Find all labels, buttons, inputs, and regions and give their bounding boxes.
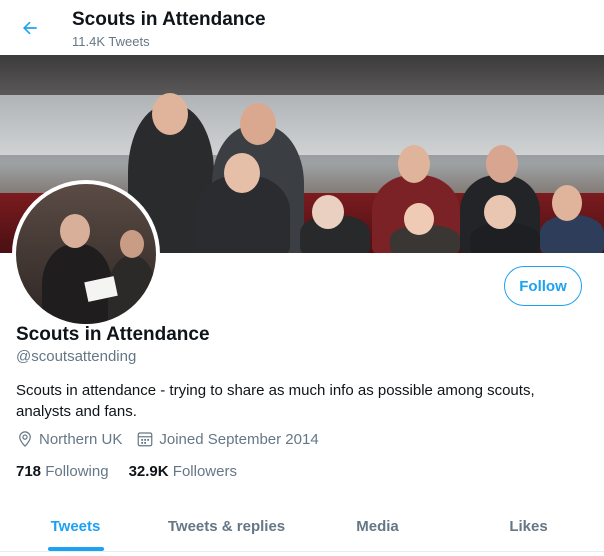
profile-avatar[interactable] — [12, 180, 160, 328]
profile-meta: Northern UK Joined September 2014 — [16, 430, 333, 448]
profile-bio: Scouts in attendance - trying to share a… — [16, 382, 535, 420]
tab-likes[interactable]: Likes — [453, 502, 604, 551]
follow-button[interactable]: Follow — [504, 266, 582, 306]
followers-link[interactable]: 32.9K Followers — [129, 463, 237, 480]
location-item: Northern UK — [16, 430, 122, 448]
profile-tabs: Tweets Tweets & replies Media Likes — [0, 502, 604, 552]
profile-handle: @scoutsattending — [16, 348, 137, 365]
location-text: Northern UK — [39, 430, 123, 448]
calendar-icon — [138, 432, 153, 447]
joined-item: Joined September 2014 — [136, 430, 319, 448]
followers-count: 32.9K — [128, 463, 169, 480]
tab-tweets-and-replies[interactable]: Tweets & replies — [151, 502, 302, 551]
profile-name: Scouts in Attendance — [16, 324, 210, 345]
tab-tweets[interactable]: Tweets — [0, 502, 151, 551]
following-link[interactable]: 718 Following — [16, 463, 109, 480]
header-tweet-count: 11.4K Tweets — [72, 34, 150, 49]
profile-header: Scouts in Attendance 11.4K Tweets — [0, 0, 604, 55]
following-count: 718 — [16, 463, 42, 480]
following-label: Following — [45, 463, 109, 480]
follow-counts: 718 Following 32.9K Followers — [16, 463, 257, 480]
arrow-left-icon — [23, 21, 37, 35]
tab-media[interactable]: Media — [302, 502, 453, 551]
location-pin-icon — [19, 431, 31, 447]
back-button[interactable] — [16, 14, 44, 42]
joined-text: Joined September 2014 — [159, 430, 319, 448]
followers-label: Followers — [172, 463, 237, 480]
header-title: Scouts in Attendance — [72, 9, 266, 30]
